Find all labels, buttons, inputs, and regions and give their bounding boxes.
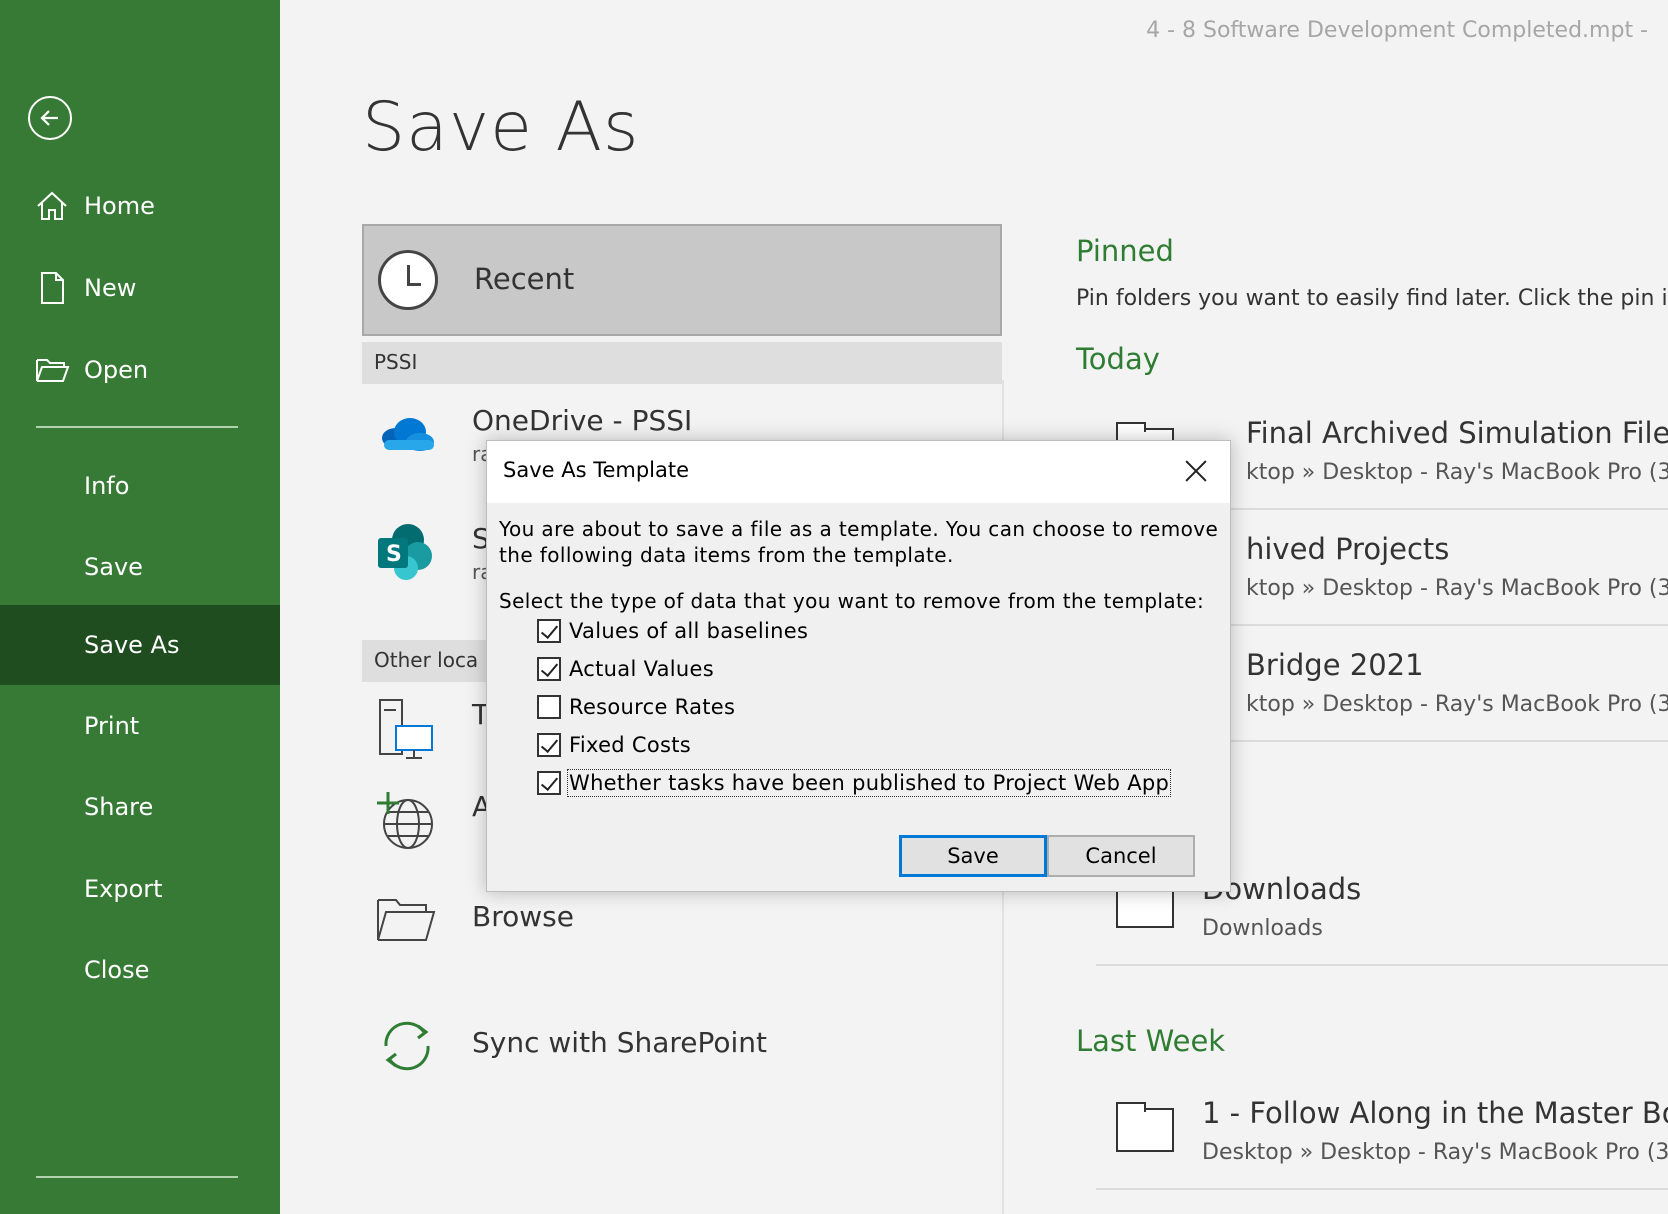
sync-icon (374, 1012, 440, 1078)
back-arrow-icon[interactable] (28, 96, 72, 140)
sidebar-item-new[interactable]: New (0, 248, 280, 328)
backstage-sidebar: Home New Open Info Save Save As Print Sh… (0, 0, 280, 1214)
folder-path: ktop » Desktop - Ray's MacBook Pro (3) » (1246, 576, 1668, 601)
checkbox-baselines[interactable] (537, 619, 561, 643)
window-title: 4 - 8 Software Development Completed.mpt… (1146, 18, 1648, 43)
folder-title: Bridge 2021 (1246, 648, 1424, 682)
sidebar-item-label: Save (84, 553, 143, 581)
checkbox-resource-rates[interactable] (537, 695, 561, 719)
clock-icon (378, 250, 438, 310)
sidebar-item-export[interactable]: Export (0, 849, 280, 929)
sidebar-item-print[interactable]: Print (0, 686, 280, 766)
option-label: Whether tasks have been published to Pro… (566, 769, 1172, 797)
option-label: Actual Values (569, 657, 714, 681)
dialog-intro-line-1: You are about to save a file as a templa… (499, 517, 1219, 541)
option-label: Values of all baselines (569, 619, 809, 643)
pinned-header: Pinned (1076, 234, 1174, 268)
sidebar-item-label: New (84, 274, 137, 302)
sidebar-item-label: Share (84, 793, 154, 821)
folder-path: Downloads (1202, 916, 1323, 941)
option-fixed-costs[interactable]: Fixed Costs (537, 730, 691, 760)
group-header-pssi: PSSI (362, 342, 1002, 384)
sidebar-item-label: Print (84, 712, 140, 740)
checkbox-published-pwa[interactable] (537, 771, 561, 795)
sidebar-item-label: Save As (84, 631, 180, 659)
save-as-template-dialog: Save As Template You are about to save a… (486, 440, 1231, 892)
location-title: Browse (472, 900, 574, 933)
this-pc-icon (374, 696, 440, 762)
dialog-prompt: Select the type of data that you want to… (499, 589, 1205, 613)
last-week-header: Last Week (1076, 1024, 1226, 1058)
sidebar-item-label: Info (84, 472, 130, 500)
sharepoint-icon: S (374, 520, 440, 586)
folder-path: ktop » Desktop - Ray's MacBook Pro (3) » (1246, 692, 1668, 717)
checkbox-actual-values[interactable] (537, 657, 561, 681)
sidebar-divider (36, 426, 238, 428)
location-title: Sync with SharePoint (472, 1026, 768, 1059)
save-button[interactable]: Save (899, 835, 1047, 877)
sidebar-item-info[interactable]: Info (0, 446, 280, 526)
add-place-icon (374, 788, 440, 854)
open-folder-icon (34, 352, 70, 388)
onedrive-icon (374, 402, 440, 468)
dialog-titlebar: Save As Template (487, 441, 1230, 503)
recent-location[interactable]: Recent (362, 224, 1002, 336)
home-icon (34, 188, 70, 224)
pinned-hint: Pin folders you want to easily find late… (1076, 286, 1668, 311)
sidebar-item-share[interactable]: Share (0, 767, 280, 847)
sidebar-item-home[interactable]: Home (0, 166, 280, 246)
option-label: Resource Rates (569, 695, 736, 719)
sidebar-item-label: Open (84, 356, 149, 384)
cancel-button[interactable]: Cancel (1047, 835, 1195, 877)
new-document-icon (34, 270, 70, 306)
sidebar-item-label: Export (84, 875, 163, 903)
today-header: Today (1076, 342, 1160, 376)
svg-text:S: S (386, 542, 402, 567)
folder-path: Desktop » Desktop - Ray's MacBook Pro (3… (1202, 1140, 1668, 1165)
folder-icon (1116, 1102, 1174, 1152)
location-title: OneDrive - PSSI (472, 404, 693, 437)
option-label: Fixed Costs (569, 733, 692, 757)
option-resource-rates[interactable]: Resource Rates (537, 692, 735, 722)
dialog-title: Save As Template (503, 458, 690, 482)
page-title: Save As (362, 88, 640, 167)
folder-title: 1 - Follow Along in the Master Book (1202, 1096, 1668, 1130)
checkbox-fixed-costs[interactable] (537, 733, 561, 757)
folder-title: Final Archived Simulation Files (1246, 416, 1668, 450)
sidebar-item-save[interactable]: Save (0, 527, 280, 607)
sidebar-item-close[interactable]: Close (0, 930, 280, 1010)
sidebar-item-label: Home (84, 192, 155, 220)
dialog-intro-line-2: the following data items from the templa… (499, 543, 954, 567)
location-sync-sharepoint[interactable]: Sync with SharePoint (362, 1000, 1002, 1090)
folder-path: ktop » Desktop - Ray's MacBook Pro (3) » (1246, 460, 1668, 485)
recent-folder-item[interactable]: 1 - Follow Along in the Master Book Desk… (1096, 1080, 1668, 1190)
folder-title: hived Projects (1246, 532, 1450, 566)
option-baselines[interactable]: Values of all baselines (537, 616, 808, 646)
sidebar-item-save-as[interactable]: Save As (0, 605, 280, 685)
folder-open-icon (374, 886, 440, 952)
sidebar-item-label: Close (84, 956, 150, 984)
sidebar-divider (36, 1176, 238, 1178)
sidebar-item-open[interactable]: Open (0, 330, 280, 410)
recent-label: Recent (474, 262, 575, 296)
option-published-pwa[interactable]: Whether tasks have been published to Pro… (537, 768, 1172, 798)
option-actual-values[interactable]: Actual Values (537, 654, 714, 684)
close-icon[interactable] (1176, 451, 1216, 491)
